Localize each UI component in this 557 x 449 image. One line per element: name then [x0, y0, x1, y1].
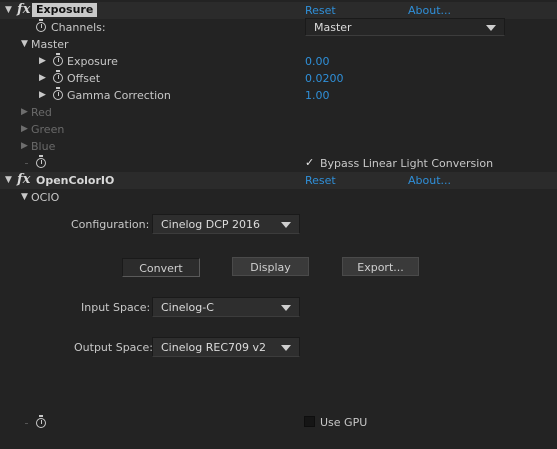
param-value-offset[interactable]: 0.0200 — [305, 72, 344, 85]
master-group-label[interactable]: Master — [31, 38, 69, 51]
ocio-about-link[interactable]: About... — [408, 174, 451, 187]
output-space-label: Output Space: — [74, 341, 153, 354]
chevron-down-icon — [281, 305, 291, 311]
exposure-reset-link[interactable]: Reset — [305, 4, 336, 17]
group-label-green[interactable]: Green — [31, 123, 64, 136]
chevron-down-icon — [281, 345, 291, 351]
indent-dot — [25, 163, 28, 164]
effect-title-opencolorio[interactable]: OpenColorIO — [36, 174, 114, 187]
collapse-triangle-icon[interactable]: ▼ — [5, 5, 12, 15]
export-button[interactable]: Export... — [342, 257, 419, 276]
input-space-value: Cinelog-C — [161, 301, 214, 314]
effect-title-exposure[interactable]: Exposure — [32, 3, 98, 17]
bypass-checkmark-icon[interactable]: ✓ — [305, 156, 314, 169]
param-label-exposure: Exposure — [67, 55, 118, 68]
group-label-blue[interactable]: Blue — [31, 140, 55, 153]
fx-toggle-icon[interactable]: fx — [17, 2, 30, 17]
configuration-value: Cinelog DCP 2016 — [161, 218, 261, 231]
collapse-triangle-icon[interactable]: ▼ — [5, 175, 12, 185]
chevron-down-icon — [486, 25, 496, 31]
collapse-triangle-icon[interactable]: ▼ — [21, 39, 28, 49]
ocio-reset-link[interactable]: Reset — [305, 174, 336, 187]
param-value-exposure[interactable]: 0.00 — [305, 55, 330, 68]
input-space-dropdown[interactable]: Cinelog-C — [152, 297, 300, 317]
collapse-triangle-icon[interactable]: ▼ — [21, 192, 28, 202]
ocio-group-label[interactable]: OCIO — [31, 191, 59, 204]
output-space-value: Cinelog REC709 v2 — [161, 341, 267, 354]
expand-triangle-icon[interactable]: ▶ — [39, 73, 46, 83]
chevron-down-icon — [281, 222, 291, 228]
stopwatch-icon[interactable] — [36, 155, 46, 168]
expand-triangle-icon[interactable]: ▶ — [39, 56, 46, 66]
param-label-gamma-correction: Gamma Correction — [67, 89, 171, 102]
param-label-offset: Offset — [67, 72, 101, 85]
display-button[interactable]: Display — [232, 257, 309, 276]
stopwatch-icon[interactable] — [53, 70, 63, 83]
stopwatch-icon[interactable] — [36, 415, 46, 428]
expand-triangle-icon[interactable]: ▶ — [21, 141, 28, 151]
expand-triangle-icon[interactable]: ▶ — [21, 107, 28, 117]
channels-dropdown[interactable]: Master — [305, 18, 505, 36]
stopwatch-icon[interactable] — [36, 19, 46, 32]
stopwatch-icon[interactable] — [53, 87, 63, 100]
channels-value: Master — [314, 21, 352, 34]
channels-label: Channels: — [51, 21, 106, 34]
stopwatch-icon[interactable] — [53, 53, 63, 66]
use-gpu-checkbox[interactable] — [304, 416, 315, 427]
bypass-linear-light-label[interactable]: Bypass Linear Light Conversion — [320, 157, 493, 170]
exposure-about-link[interactable]: About... — [408, 4, 451, 17]
expand-triangle-icon[interactable]: ▶ — [39, 90, 46, 100]
indent-dot — [25, 423, 28, 424]
param-value-gamma-correction[interactable]: 1.00 — [305, 89, 330, 102]
convert-button[interactable]: Convert — [122, 258, 200, 277]
configuration-dropdown[interactable]: Cinelog DCP 2016 — [152, 214, 300, 234]
expand-triangle-icon[interactable]: ▶ — [21, 124, 28, 134]
fx-toggle-icon[interactable]: fx — [17, 172, 30, 187]
use-gpu-label[interactable]: Use GPU — [320, 416, 367, 429]
output-space-dropdown[interactable]: Cinelog REC709 v2 — [152, 337, 300, 357]
input-space-label: Input Space: — [81, 301, 151, 314]
group-label-red[interactable]: Red — [31, 106, 52, 119]
configuration-label: Configuration: — [71, 218, 150, 231]
